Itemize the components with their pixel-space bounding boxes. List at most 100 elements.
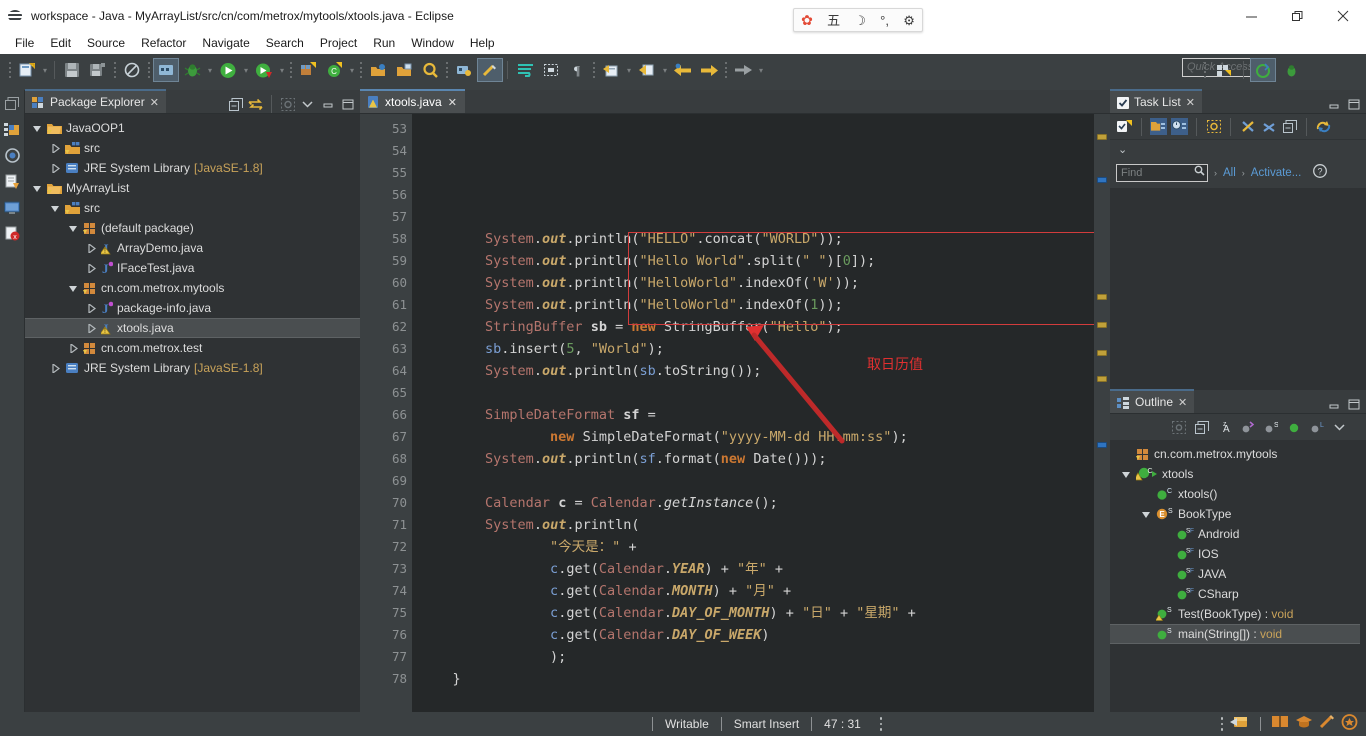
expand-arrow-icon[interactable] xyxy=(67,282,79,294)
outline-item-booktype[interactable]: E S BookType xyxy=(1110,504,1366,524)
task-list-link-all[interactable]: All xyxy=(1223,167,1236,179)
settings-gear-icon[interactable]: ⚙ xyxy=(903,14,915,27)
link-with-editor-icon[interactable] xyxy=(247,96,264,113)
back-button[interactable] xyxy=(670,58,696,82)
collapse-all-icon[interactable] xyxy=(1281,118,1298,135)
tree-item-package-info-java[interactable]: Jpackage-info.java xyxy=(25,298,360,318)
declaration-icon[interactable] xyxy=(3,172,22,191)
menu-project[interactable]: Project xyxy=(313,34,364,52)
status-overflow-icon[interactable] xyxy=(879,716,883,732)
synchronize-icon[interactable] xyxy=(1315,118,1332,135)
toolbar-group-handle-4[interactable] xyxy=(359,61,363,79)
run-dropdown[interactable]: ▾ xyxy=(241,58,251,82)
code-line[interactable]: System.out.println("HelloWorld".indexOf(… xyxy=(412,294,1094,316)
task-list-body[interactable] xyxy=(1110,188,1366,390)
tree-item-javaoop1[interactable]: JavaOOP1 xyxy=(25,118,360,138)
punctuation-icon[interactable]: °, xyxy=(880,14,889,27)
menu-help[interactable]: Help xyxy=(463,34,502,52)
code-line[interactable]: ); xyxy=(412,646,1094,668)
toolbar-group-handle-6[interactable] xyxy=(592,61,596,79)
outline-item-ios[interactable]: S F IOS xyxy=(1110,544,1366,564)
outline-item-csharp[interactable]: S F CSharp xyxy=(1110,584,1366,604)
expand-arrow-icon[interactable] xyxy=(49,202,61,214)
chevron-down-icon[interactable]: ⌄ xyxy=(1118,143,1127,156)
book-icon[interactable] xyxy=(1271,714,1289,734)
outline-item-main-string-void[interactable]: Smain(String[]) : void xyxy=(1110,624,1360,644)
expand-arrow-icon[interactable] xyxy=(1140,508,1152,520)
code-line[interactable]: SimpleDateFormat sf = xyxy=(412,404,1094,426)
search-button[interactable] xyxy=(417,58,443,82)
skip-breakpoints-button[interactable] xyxy=(119,58,145,82)
tab-task-list[interactable]: Task List ✕ xyxy=(1110,89,1202,113)
tree-item-src[interactable]: src xyxy=(25,138,360,158)
expand-arrow-icon[interactable] xyxy=(49,142,61,154)
expand-arrow-icon[interactable] xyxy=(85,322,97,334)
new-class-dropdown[interactable]: ▾ xyxy=(347,58,357,82)
help-icon[interactable]: ? xyxy=(1313,163,1328,183)
expand-arrow-icon[interactable] xyxy=(1160,568,1172,580)
find-input[interactable]: Find xyxy=(1116,164,1208,182)
problems-icon[interactable]: x xyxy=(3,224,22,243)
maximize-icon[interactable] xyxy=(1345,396,1362,413)
code-line[interactable]: System.out.println(sb.toString()); xyxy=(412,360,1094,382)
code-line[interactable]: "今天是：" + xyxy=(412,536,1094,558)
show-whitespace-button[interactable]: ¶ xyxy=(564,58,590,82)
collapse-all-icon[interactable] xyxy=(1193,419,1210,436)
hide-static-icon[interactable]: S xyxy=(1262,419,1279,436)
expand-arrow-icon[interactable] xyxy=(85,262,97,274)
tree-item-xtools-java[interactable]: J! xtools.java xyxy=(25,318,360,338)
expand-arrow-icon[interactable] xyxy=(85,302,97,314)
view-menu-icon[interactable] xyxy=(1331,419,1348,436)
categorize-by-folder-icon[interactable] xyxy=(1150,118,1167,135)
menu-run[interactable]: Run xyxy=(366,34,402,52)
search-icon[interactable] xyxy=(1194,165,1205,181)
tree-item-arraydemo-java[interactable]: J! ArrayDemo.java xyxy=(25,238,360,258)
code-line[interactable]: sb.insert(5, "World"); xyxy=(412,338,1094,360)
minimize-icon[interactable] xyxy=(1325,396,1342,413)
toggle-word-wrap-button[interactable] xyxy=(512,58,538,82)
menu-edit[interactable]: Edit xyxy=(43,34,78,52)
maximize-icon[interactable] xyxy=(339,96,356,113)
java-perspective-button[interactable] xyxy=(1250,58,1276,82)
forward-button[interactable] xyxy=(696,58,722,82)
expand-arrow-icon[interactable] xyxy=(1140,628,1152,640)
expand-arrow-icon[interactable] xyxy=(1120,468,1132,480)
hide-fields-icon[interactable] xyxy=(1239,419,1256,436)
expand-arrow-icon[interactable] xyxy=(1140,608,1152,620)
code-line[interactable] xyxy=(412,690,1094,712)
code-line[interactable]: System.out.println("HELLO".concat("WORLD… xyxy=(412,228,1094,250)
code-line[interactable] xyxy=(412,470,1094,492)
menu-search[interactable]: Search xyxy=(259,34,311,52)
tree-item-default-package[interactable]: (default package) xyxy=(25,218,360,238)
close-icon[interactable]: ✕ xyxy=(1178,396,1187,409)
outline-item-java[interactable]: S F JAVA xyxy=(1110,564,1366,584)
tree-item-ifacetest-java[interactable]: J IFaceTest.java xyxy=(25,258,360,278)
perspective-handle[interactable] xyxy=(1203,61,1207,79)
close-button[interactable] xyxy=(1320,0,1366,32)
code-line[interactable]: c.get(Calendar.DAY_OF_WEEK) xyxy=(412,624,1094,646)
outline-item-test-booktype-void[interactable]: S Test(BookType) : void xyxy=(1110,604,1366,624)
expand-arrow-icon[interactable] xyxy=(1140,488,1152,500)
menu-source[interactable]: Source xyxy=(80,34,132,52)
next-annotation-button[interactable] xyxy=(598,58,624,82)
tree-item-jre-system-library[interactable]: JRE System Library [JavaSE-1.8] xyxy=(25,358,360,378)
next-annotation-dropdown[interactable]: ▾ xyxy=(624,58,634,82)
menu-file[interactable]: File xyxy=(8,34,41,52)
outline-item-android[interactable]: S F Android xyxy=(1110,524,1366,544)
open-resource-button[interactable] xyxy=(391,58,417,82)
open-perspective-button[interactable] xyxy=(1211,58,1237,82)
minimize-icon[interactable] xyxy=(319,96,336,113)
save-all-button[interactable] xyxy=(85,58,111,82)
code-line[interactable]: } xyxy=(412,668,1094,690)
last-edit-location-button[interactable] xyxy=(451,58,477,82)
sort-alphabetically-icon[interactable]: Az xyxy=(1216,419,1233,436)
code-line[interactable] xyxy=(412,382,1094,404)
outline-item-xtools[interactable]: Cxtools() xyxy=(1110,484,1366,504)
tree-item-myarraylist[interactable]: MyArrayList xyxy=(25,178,360,198)
editor-code-area[interactable]: 取日历值 System.out.println("HELLO".concat("… xyxy=(412,114,1094,712)
toolbar-group-handle-7[interactable] xyxy=(724,61,728,79)
status-trim-handle[interactable] xyxy=(1220,716,1224,732)
outline-item-cn-com-metrox-mytools[interactable]: cn.com.metrox.mytools xyxy=(1110,444,1366,464)
menu-refactor[interactable]: Refactor xyxy=(134,34,193,52)
new-wizard-dropdown[interactable]: ▾ xyxy=(40,58,50,82)
